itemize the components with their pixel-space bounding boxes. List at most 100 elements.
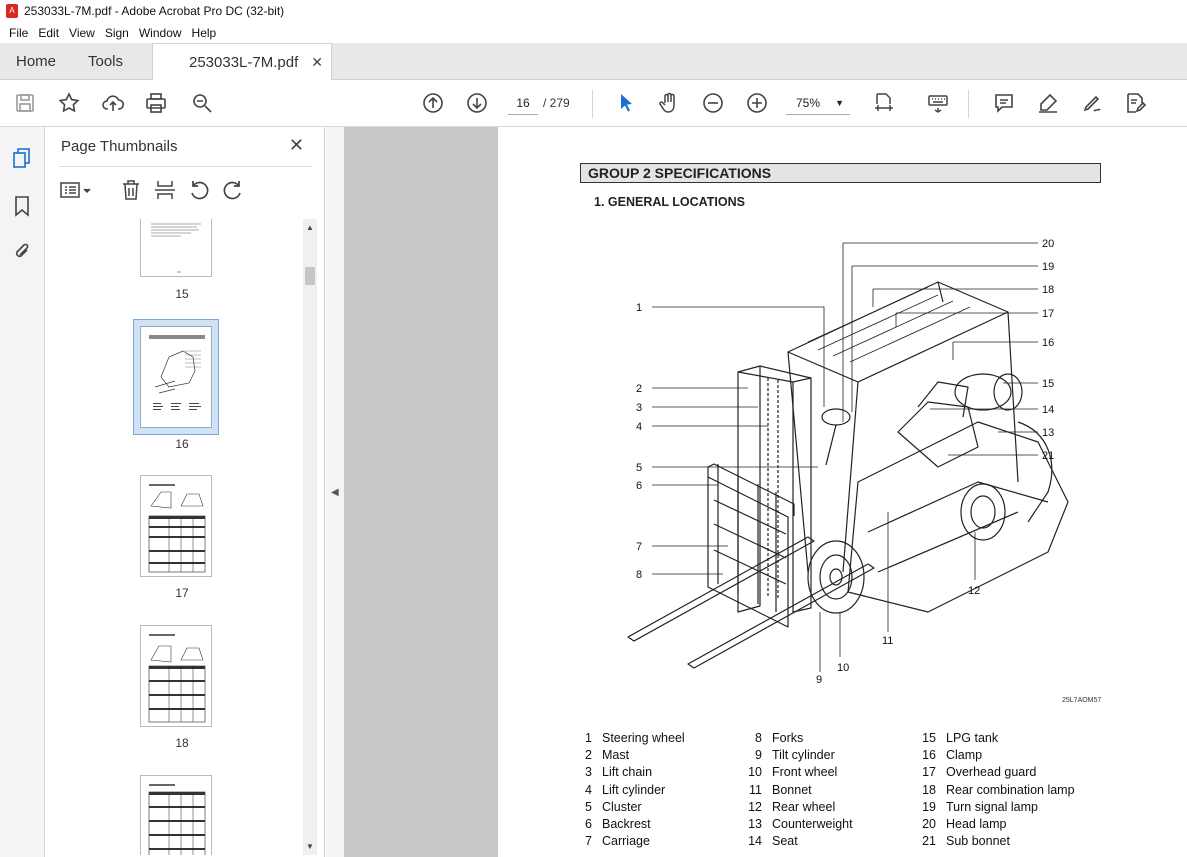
save-icon[interactable]: [12, 90, 38, 116]
legend-item: 21 Sub bonnet: [922, 834, 1010, 848]
legend-item: 9 Tilt cylinder: [755, 748, 835, 762]
page-number-input[interactable]: 16: [508, 91, 538, 115]
page-total: / 279: [543, 96, 570, 110]
select-cursor-icon[interactable]: [613, 90, 639, 116]
extract-page-icon[interactable]: [153, 179, 177, 201]
legend-item: 13 Counterweight: [748, 817, 853, 831]
zoom-out-icon[interactable]: [700, 90, 726, 116]
scrollbar-thumb[interactable]: [305, 267, 315, 285]
sign-pen-icon[interactable]: [1079, 90, 1105, 116]
callout-20: 20: [1042, 238, 1054, 250]
window-title: 253033L-7M.pdf - Adobe Acrobat Pro DC (3…: [24, 4, 285, 18]
menu-edit[interactable]: Edit: [38, 26, 59, 40]
upload-cloud-icon[interactable]: [100, 90, 126, 116]
hand-tool-icon[interactable]: [656, 90, 682, 116]
callout-15: 15: [1042, 378, 1054, 390]
legend-item: 1 Steering wheel: [585, 731, 685, 745]
thumbnail-scrollbar[interactable]: ▲ ▼: [303, 219, 317, 855]
callout-12: 12: [968, 585, 980, 597]
scroll-down-icon[interactable]: ▼: [306, 842, 314, 851]
callout-2: 2: [636, 383, 642, 395]
forklift-diagram: 1 2 3 4 5 6 7 8 9 10 11 12 13 14 15 16 1…: [627, 238, 1069, 686]
callout-5: 5: [636, 462, 642, 474]
scroll-up-icon[interactable]: ▲: [306, 223, 314, 232]
legend-item: 8 Forks: [755, 731, 804, 745]
callout-10: 10: [837, 662, 849, 674]
legend-item: 7 Carriage: [585, 834, 650, 848]
tab-document[interactable]: 253033L-7M.pdf ✕: [152, 43, 332, 80]
thumbnail-options-icon[interactable]: [59, 179, 95, 201]
zoom-level-value: 75%: [796, 96, 821, 110]
page-fit-icon[interactable]: [871, 90, 897, 116]
thumbnail-page[interactable]: [140, 775, 212, 855]
zoom-level-select[interactable]: 75% ▼: [786, 91, 850, 115]
thumbnail-label: 17: [175, 586, 189, 600]
zoom-in-icon[interactable]: [744, 90, 770, 116]
legend-item: 19 Turn signal lamp: [922, 800, 1038, 814]
thumbnail-page-selected[interactable]: [140, 326, 212, 428]
legend-item: 10 Front wheel: [748, 765, 838, 779]
callout-16: 16: [1042, 337, 1054, 349]
tab-document-label: 253033L-7M.pdf: [189, 54, 299, 71]
print-icon[interactable]: [143, 90, 169, 116]
callout-3: 3: [636, 402, 642, 414]
bookmark-icon[interactable]: [11, 195, 33, 217]
chevron-left-icon: ◀: [331, 487, 339, 498]
menu-sign[interactable]: Sign: [105, 26, 129, 40]
tab-home[interactable]: Home: [16, 43, 56, 80]
callout-14: 14: [1042, 404, 1054, 416]
callout-19: 19: [1042, 261, 1054, 273]
callout-13: 13: [1042, 427, 1054, 439]
comment-icon[interactable]: [991, 90, 1017, 116]
edit-document-icon[interactable]: [1122, 90, 1148, 116]
callout-8: 8: [636, 569, 642, 581]
zoom-search-icon[interactable]: [189, 90, 215, 116]
page-thumbnails-icon[interactable]: [11, 147, 33, 169]
rotate-counterclockwise-icon[interactable]: [187, 179, 211, 201]
callout-6: 6: [636, 480, 642, 492]
legend-item: 16 Clamp: [922, 748, 983, 762]
menu-help[interactable]: Help: [192, 26, 217, 40]
star-icon[interactable]: [56, 90, 82, 116]
previous-page-icon[interactable]: [420, 90, 446, 116]
menu-view[interactable]: View: [69, 26, 95, 40]
menu-bar: File Edit View Sign Window Help: [0, 22, 1187, 43]
document-viewer[interactable]: GROUP 2 SPECIFICATIONS 1. GENERAL LOCATI…: [344, 127, 1187, 857]
callout-7: 7: [636, 541, 642, 553]
thumbnail-page[interactable]: [140, 625, 212, 727]
left-rail: [0, 127, 45, 857]
tab-tools[interactable]: Tools: [88, 43, 123, 80]
toolbar-divider: [968, 90, 969, 118]
legend-item: 2 Mast: [585, 748, 630, 762]
legend-item: 20 Head lamp: [922, 817, 1007, 831]
legend-item: 15 LPG tank: [922, 731, 999, 745]
highlight-pen-icon[interactable]: [1035, 90, 1061, 116]
chevron-down-icon: ▼: [835, 98, 844, 108]
title-bar: A 253033L-7M.pdf - Adobe Acrobat Pro DC …: [0, 0, 1187, 22]
thumbnail-label: 16: [175, 437, 189, 451]
legend-item: 3 Lift chain: [585, 765, 653, 779]
delete-page-icon[interactable]: [119, 179, 143, 201]
callout-1: 1: [636, 302, 642, 314]
keyboard-icon[interactable]: [925, 90, 951, 116]
legend-item: 17 Overhead guard: [922, 765, 1037, 779]
close-panel-icon[interactable]: ✕: [289, 135, 304, 156]
legend-item: 11 Bonnet: [749, 783, 812, 797]
callout-18: 18: [1042, 284, 1054, 296]
panel-collapse-handle[interactable]: ◀: [326, 127, 344, 857]
callout-17: 17: [1042, 308, 1054, 320]
thumbnail-page[interactable]: [140, 219, 212, 277]
toolbar-divider: [592, 90, 593, 118]
legend-item: 12 Rear wheel: [748, 800, 836, 814]
callout-21: 21: [1042, 450, 1054, 462]
thumbnail-label: 15: [175, 287, 189, 301]
attachment-icon[interactable]: [11, 241, 33, 263]
menu-file[interactable]: File: [9, 26, 28, 40]
thumbnail-list[interactable]: 15 16 17 18: [59, 219, 305, 855]
close-tab-icon[interactable]: ✕: [311, 44, 323, 81]
rotate-clockwise-icon[interactable]: [221, 179, 245, 201]
main-toolbar: 16 / 279 75% ▼: [0, 80, 1187, 127]
menu-window[interactable]: Window: [139, 26, 182, 40]
next-page-icon[interactable]: [464, 90, 490, 116]
thumbnail-page[interactable]: [140, 475, 212, 577]
